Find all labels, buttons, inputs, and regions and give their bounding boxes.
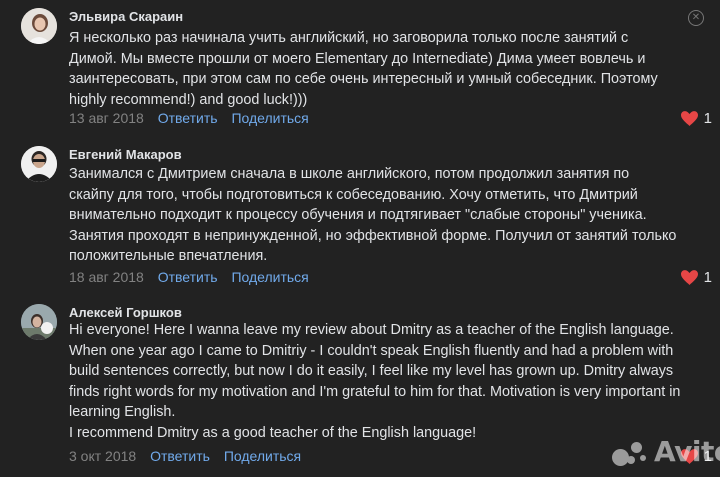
comment-author[interactable]: Алексей Горшков — [69, 305, 182, 320]
reply-link[interactable]: Ответить — [150, 448, 210, 464]
avatar[interactable] — [21, 304, 57, 340]
avito-logo-icon — [612, 437, 648, 467]
like-count: 1 — [703, 269, 712, 286]
comment-date: 18 авг 2018 — [69, 269, 144, 285]
share-link[interactable]: Поделиться — [224, 448, 301, 464]
avito-wordmark: Avito — [654, 435, 720, 468]
comment-text: Hi everyone! Here I wanna leave my revie… — [69, 322, 681, 441]
heart-icon — [680, 270, 698, 285]
avatar[interactable] — [21, 8, 57, 44]
comment-author[interactable]: Эльвира Скараин — [69, 9, 183, 24]
comment-meta: 3 окт 2018 Ответить Поделиться — [69, 448, 301, 464]
reply-link[interactable]: Ответить — [158, 269, 218, 285]
comment-meta: 13 авг 2018 Ответить Поделиться — [69, 110, 309, 126]
comment-date: 13 авг 2018 — [69, 110, 144, 126]
close-icon[interactable]: ✕ — [688, 10, 704, 26]
comment-text: Занимался с Дмитрием сначала в школе анг… — [69, 166, 677, 265]
share-link[interactable]: Поделиться — [231, 269, 308, 285]
heart-icon — [680, 111, 698, 126]
avito-watermark: Avito — [612, 435, 720, 468]
comment-meta: 18 авг 2018 Ответить Поделиться — [69, 269, 309, 285]
like-count: 1 — [703, 110, 712, 127]
reply-link[interactable]: Ответить — [158, 110, 218, 126]
share-link[interactable]: Поделиться — [231, 110, 308, 126]
like-button[interactable]: 1 — [680, 110, 712, 127]
comment-author[interactable]: Евгений Макаров — [69, 147, 182, 162]
comment-date: 3 окт 2018 — [69, 448, 137, 464]
like-button[interactable]: 1 — [680, 269, 712, 286]
comment-text: Я несколько раз начинала учить английски… — [69, 30, 658, 108]
avatar[interactable] — [21, 146, 57, 182]
